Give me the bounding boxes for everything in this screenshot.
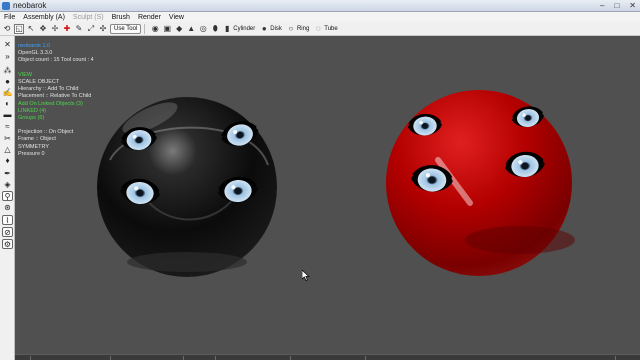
- tube-button[interactable]: Tube: [324, 26, 337, 32]
- scatter-brush-icon[interactable]: ⁂: [2, 66, 13, 76]
- object-tool-count: Object count : 15 Tool count : 4: [18, 57, 94, 64]
- mouse-cursor-icon: [302, 270, 310, 281]
- placement-setting: Placement :: Relative To Child: [18, 93, 92, 100]
- hierarchy-setting: Hierarchy :: Add To Child: [18, 86, 79, 93]
- maximize-button[interactable]: □: [614, 1, 619, 10]
- mode-view: VIEW: [18, 71, 33, 78]
- window-controls: – □ ✕: [600, 1, 636, 10]
- grab-brush-icon[interactable]: ⚲: [2, 191, 13, 201]
- triangle-brush-icon[interactable]: △: [2, 145, 13, 155]
- toolbar-separator: [144, 23, 146, 34]
- bottom-status-bar: [15, 354, 640, 360]
- layer-brush-icon[interactable]: ⊛: [2, 203, 13, 213]
- scene-canvas: [97, 90, 575, 277]
- crease-brush-icon[interactable]: ⌇: [2, 215, 13, 225]
- pin-icon[interactable]: ✕: [2, 40, 13, 50]
- menu-file[interactable]: File: [0, 14, 19, 21]
- sphere-primitive-icon[interactable]: ◉: [150, 24, 160, 34]
- pressure-readout: Pressure 0: [18, 150, 45, 157]
- shade-brush-icon[interactable]: ◐: [2, 99, 13, 109]
- toolbar: ⟲ ◱ ↖ ✥ ✢ ✚ ✎ ⤢ ✣ Use Tool ◉ ▣ ◆ ▲ ◎ ⬮ ▮…: [0, 22, 640, 36]
- select-tool-icon[interactable]: ◱: [14, 23, 24, 34]
- close-button[interactable]: ✕: [629, 1, 636, 10]
- capsule-primitive-icon[interactable]: ⬮: [210, 24, 220, 34]
- pen-brush-icon[interactable]: ✒: [2, 169, 13, 179]
- opengl-version: OpenGL 3.3.0: [18, 50, 53, 57]
- cylinder-button[interactable]: Cylinder: [233, 26, 255, 32]
- tube-primitive-icon[interactable]: ◌: [313, 24, 323, 34]
- symmetry-status: SYMMETRY: [18, 143, 50, 150]
- cylinder-primitive-icon[interactable]: ▮: [222, 24, 232, 34]
- groups-count: Groups (6): [18, 114, 45, 121]
- window-title: neobarok: [13, 1, 47, 10]
- disk-primitive-icon[interactable]: ●: [259, 24, 269, 34]
- paint-brush-icon[interactable]: ✍: [2, 88, 13, 98]
- minimize-button[interactable]: –: [600, 1, 604, 10]
- refresh-icon[interactable]: ⟲: [2, 24, 12, 34]
- stamp-brush-icon[interactable]: ♦: [2, 156, 13, 166]
- add-on-linked-objects: Add On Linked Objects (3): [18, 100, 83, 107]
- scale-tool-icon[interactable]: ⤢: [86, 24, 96, 34]
- smooth-brush-icon[interactable]: ≈: [2, 122, 13, 132]
- cube-primitive-icon[interactable]: ▣: [162, 24, 172, 34]
- left-tool-strip: ✕ » ⁂ ● ✍ ◐ ▬ ≈ ✂ △ ♦ ✒ ◈ ⚲ ⊛ ⌇ ⊘ ⚙: [0, 36, 15, 360]
- menu-view[interactable]: View: [165, 14, 188, 21]
- app-version: neobarok 1.0: [18, 43, 51, 49]
- settings-brush-icon[interactable]: ⚙: [2, 239, 13, 249]
- brush-tool-icon[interactable]: ✎: [74, 24, 84, 34]
- menu-assembly[interactable]: Assembly (A): [19, 14, 69, 21]
- sphere-brush-icon[interactable]: ●: [2, 77, 13, 87]
- rotate-tool-icon[interactable]: ✢: [50, 24, 60, 34]
- add-object-icon[interactable]: ✚: [62, 24, 72, 34]
- expand-icon[interactable]: »: [2, 52, 13, 62]
- menu-bar: File Assembly (A) Sculpt (S) Brush Rende…: [0, 12, 640, 22]
- menu-sculpt[interactable]: Sculpt (S): [69, 14, 108, 21]
- pyramid-primitive-icon[interactable]: ▲: [186, 24, 196, 34]
- menu-render[interactable]: Render: [134, 14, 165, 21]
- inflate-brush-icon[interactable]: ◈: [2, 180, 13, 190]
- info-overlay: neobarok 1.0 OpenGL 3.3.0 Object count :…: [18, 43, 94, 158]
- ring-primitive-icon[interactable]: ○: [286, 24, 296, 34]
- menu-brush[interactable]: Brush: [108, 14, 134, 21]
- flatten-brush-icon[interactable]: ▬: [2, 110, 13, 120]
- viewport-3d[interactable]: [15, 36, 640, 354]
- app-window: neobarok – □ ✕ File Assembly (A) Sculpt …: [0, 0, 640, 360]
- gizmo-tool-icon[interactable]: ✣: [98, 24, 108, 34]
- ring-button[interactable]: Ring: [297, 26, 309, 32]
- use-tool-button[interactable]: Use Tool: [110, 23, 142, 34]
- linked-count: LINKED (4): [18, 107, 47, 114]
- projection-setting: Projection :: On Object: [18, 129, 74, 136]
- title-bar: neobarok – □ ✕: [0, 0, 640, 12]
- disk-button[interactable]: Disk: [270, 26, 282, 32]
- mask-brush-icon[interactable]: ⊘: [2, 227, 13, 237]
- app-icon: [2, 2, 10, 10]
- pinch-brush-icon[interactable]: ✂: [2, 134, 13, 144]
- move-tool-icon[interactable]: ✥: [38, 24, 48, 34]
- torus-primitive-icon[interactable]: ◎: [198, 24, 208, 34]
- mode-scale-object: SCALE OBJECT: [18, 78, 60, 85]
- pointer-tool-icon[interactable]: ↖: [26, 24, 36, 34]
- frame-setting: Frame :: Object: [18, 136, 56, 143]
- cone-primitive-icon[interactable]: ◆: [174, 24, 184, 34]
